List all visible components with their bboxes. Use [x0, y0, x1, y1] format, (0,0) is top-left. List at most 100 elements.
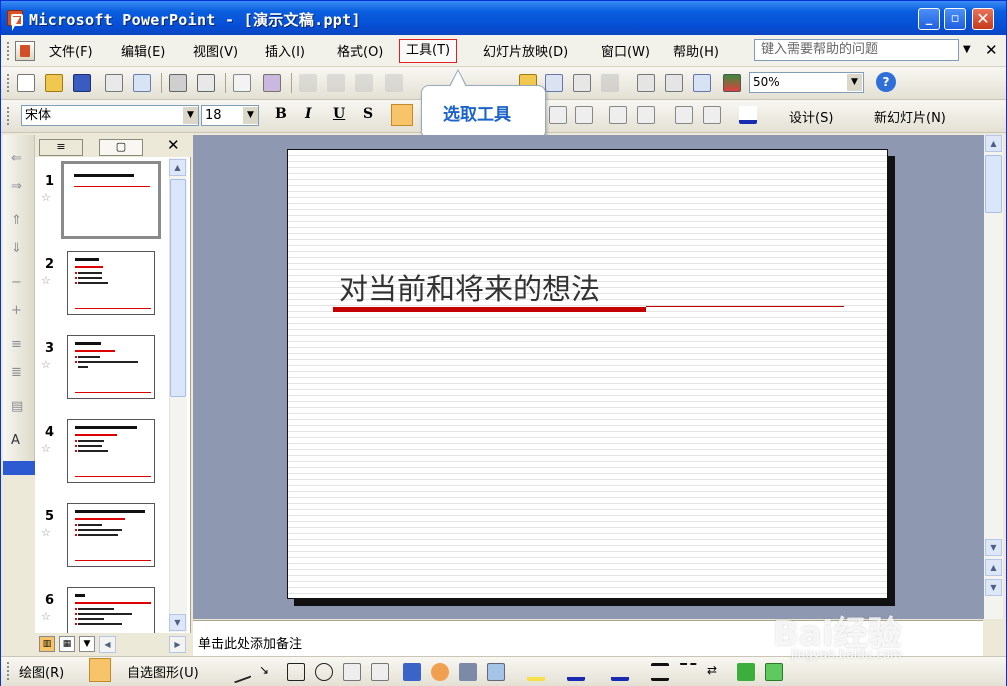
expand-all-outline-icon[interactable]: ≣ [11, 365, 22, 380]
collapse-all-icon[interactable]: ≡ [11, 337, 22, 352]
menu-tools[interactable]: 工具(T) [399, 39, 458, 63]
picture-icon[interactable] [487, 663, 505, 681]
move-down-icon[interactable]: ⇓ [11, 241, 22, 256]
previous-slide-icon[interactable]: ▲ [985, 559, 1002, 576]
clip-art-icon[interactable] [459, 663, 477, 681]
normal-view-icon[interactable]: ▥ [39, 636, 55, 652]
arrow-icon[interactable]: ↘ [259, 663, 277, 681]
slide-thumbnail[interactable] [67, 419, 155, 483]
print-preview-icon[interactable] [197, 74, 215, 92]
insert-table-icon[interactable] [545, 74, 563, 92]
grid-icon[interactable] [693, 74, 711, 92]
tab-outline[interactable]: ≡ [39, 139, 83, 156]
expand-icon[interactable]: + [11, 303, 22, 318]
toolbar-options-icon[interactable] [3, 461, 35, 475]
help-search-input[interactable]: 键入需要帮助的问题 [754, 39, 959, 61]
open-icon[interactable] [45, 74, 63, 92]
print-icon[interactable] [169, 74, 187, 92]
next-slide-icon[interactable]: ▼ [985, 579, 1002, 596]
insert-hyperlink-icon[interactable] [573, 74, 591, 92]
slide-sorter-view-icon[interactable]: ▦ [59, 636, 75, 652]
research-icon[interactable] [263, 74, 281, 92]
new-slide-button[interactable]: 新幻灯片(N) [874, 107, 946, 126]
format-painter-icon[interactable] [385, 74, 403, 92]
menu-view[interactable]: 视图(V) [193, 44, 238, 62]
move-up-icon[interactable]: ⇑ [11, 213, 22, 228]
menu-edit[interactable]: 编辑(E) [121, 44, 165, 62]
font-color-icon[interactable] [739, 106, 757, 124]
line-style-icon[interactable] [651, 663, 669, 681]
menu-help[interactable]: 帮助(H) [673, 44, 719, 62]
research-globe-icon[interactable] [601, 74, 619, 92]
tab-slides[interactable]: ▢ [99, 139, 143, 156]
toolbar-grip[interactable] [7, 107, 10, 125]
scroll-up-icon[interactable]: ▲ [985, 135, 1002, 152]
decrease-font-icon[interactable] [637, 106, 655, 124]
menu-slideshow[interactable]: 幻灯片放映(D) [483, 44, 568, 62]
menu-window[interactable]: 窗口(W) [601, 44, 650, 62]
title-bar[interactable]: Microsoft PowerPoint - [演示文稿.ppt] _ ▫ ✕ [1, 1, 1006, 35]
slide-thumbnail[interactable] [67, 503, 155, 567]
promote-icon[interactable]: ⇐ [11, 151, 22, 166]
menu-format[interactable]: 格式(O) [337, 44, 383, 62]
notes-placeholder[interactable]: 单击此处添加备注 [198, 633, 302, 652]
pane-close-button[interactable]: ✕ [167, 136, 180, 154]
oval-icon[interactable] [315, 663, 333, 681]
scroll-down-icon[interactable]: ▼ [985, 539, 1002, 556]
menu-file[interactable]: 文件(F) [49, 44, 93, 62]
bold-button[interactable]: B [275, 106, 287, 122]
current-slide[interactable] [287, 149, 888, 599]
underline-button[interactable]: U [333, 106, 345, 122]
copy-icon[interactable] [327, 74, 345, 92]
increase-font-icon[interactable] [609, 106, 627, 124]
line-color-icon[interactable] [567, 663, 585, 681]
scroll-up-icon[interactable]: ▲ [169, 159, 186, 176]
rectangle-icon[interactable] [287, 663, 305, 681]
help-icon[interactable]: ? [876, 72, 896, 92]
show-formatting-icon[interactable] [665, 74, 683, 92]
shadow-style-icon[interactable] [737, 663, 755, 681]
save-icon[interactable] [73, 74, 91, 92]
numbering-icon[interactable] [549, 106, 567, 124]
increase-indent-icon[interactable] [703, 106, 721, 124]
fill-color-icon[interactable] [527, 663, 545, 681]
toolbar-grip[interactable] [7, 74, 10, 92]
slide-thumbnail[interactable] [67, 335, 155, 399]
zoom-dropdown-icon[interactable]: ▼ [847, 74, 862, 91]
scroll-down-icon[interactable]: ▼ [169, 614, 186, 631]
text-box-icon[interactable] [343, 663, 361, 681]
new-icon[interactable] [17, 74, 35, 92]
slides-pane-scroll-thumb[interactable] [170, 179, 186, 397]
select-objects-pointer-icon[interactable] [89, 658, 111, 682]
show-formatting-outline-icon[interactable]: A [11, 433, 20, 448]
align-left-button[interactable] [391, 104, 413, 126]
font-name-select[interactable]: 宋体 [21, 105, 199, 126]
draw-menu-button[interactable]: 绘图(R) [19, 662, 64, 681]
bullets-icon[interactable] [575, 106, 593, 124]
dash-style-icon[interactable] [679, 663, 697, 681]
font-name-dropdown-icon[interactable]: ▼ [183, 107, 198, 124]
italic-button[interactable]: I [305, 106, 312, 122]
font-size-dropdown-icon[interactable]: ▼ [243, 107, 258, 124]
menu-grip[interactable] [7, 42, 10, 60]
decrease-indent-icon[interactable] [675, 106, 693, 124]
paste-icon[interactable] [355, 74, 373, 92]
expand-all-icon[interactable] [637, 74, 655, 92]
close-button[interactable]: ✕ [972, 8, 994, 30]
permission-icon[interactable] [105, 74, 123, 92]
help-search-dropdown-icon[interactable]: ▼ [963, 44, 971, 55]
toolbar-grip[interactable] [7, 662, 10, 680]
hscroll-right-icon[interactable]: ▶ [169, 636, 186, 653]
slide-thumbnail[interactable] [67, 587, 155, 633]
design-button[interactable]: 设计(S) [789, 107, 833, 126]
vertical-text-box-icon[interactable] [371, 663, 389, 681]
wordart-icon[interactable] [403, 663, 421, 681]
collapse-icon[interactable]: − [11, 275, 22, 290]
restore-button[interactable]: ▫ [944, 8, 966, 30]
cut-icon[interactable] [299, 74, 317, 92]
hscroll-left-icon[interactable]: ◀ [99, 636, 116, 653]
spelling-icon[interactable] [233, 74, 251, 92]
minimize-button[interactable]: _ [918, 8, 940, 30]
autoshapes-button[interactable]: 自选图形(U) [127, 662, 199, 681]
3d-style-icon[interactable] [765, 663, 783, 681]
